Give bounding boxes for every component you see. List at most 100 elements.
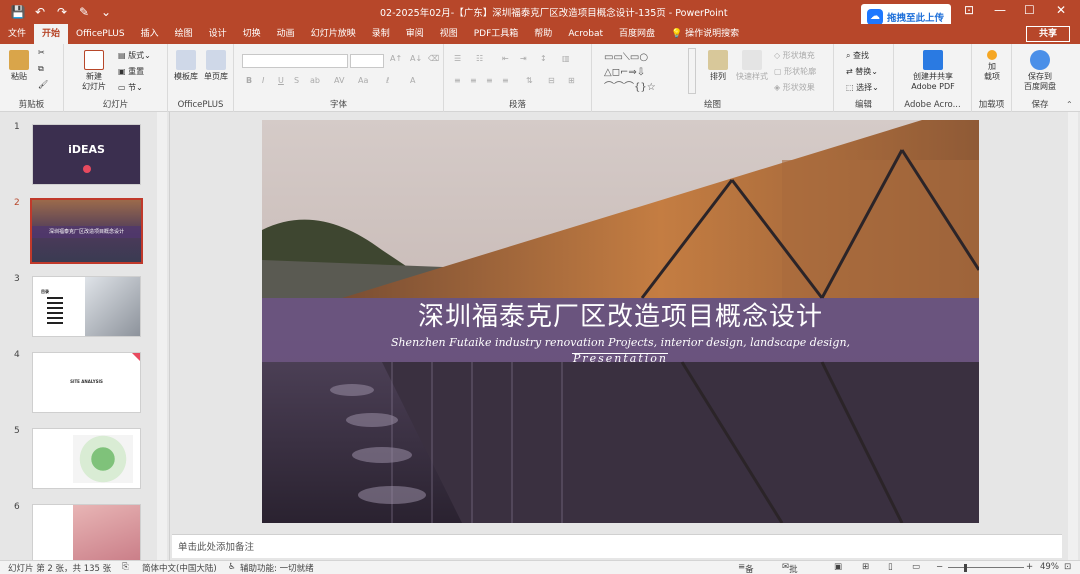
template-library-button[interactable]: 模板库 [172,50,200,82]
tab-transitions[interactable]: 切换 [235,24,269,44]
reset-button[interactable]: ▣ 重置 [118,66,144,77]
slide-thumbnail-1[interactable]: iDEAS [32,124,141,185]
tab-pdf-toolbox[interactable]: PDF工具箱 [466,24,527,44]
tab-insert[interactable]: 插入 [133,24,167,44]
align-left-icon[interactable]: ≡ [454,76,461,85]
bold-icon[interactable]: B [246,76,252,85]
slide-thumbnail-6[interactable] [32,504,141,565]
align-text-icon[interactable]: ⊟ [548,76,555,85]
slideshow-icon[interactable]: ▭ [912,562,920,572]
strikethrough-icon[interactable]: ab [310,76,320,85]
ribbon-display-icon[interactable]: ⊡ [964,3,974,17]
shape-outline-button[interactable]: ▢ 形状轮廓 [774,66,816,77]
columns-icon[interactable]: ▥ [562,54,570,63]
slide-title[interactable]: 深圳福泰克厂区改造项目概念设计 [262,296,979,333]
comments-toggle[interactable]: ✉ 批注 [782,562,798,574]
smartart-icon[interactable]: ⊞ [568,76,575,85]
tab-review[interactable]: 审阅 [398,24,432,44]
decrease-indent-icon[interactable]: ⇤ [502,54,509,63]
maximize-icon[interactable]: ☐ [1024,3,1035,17]
slide-sorter-icon[interactable]: ⊞ [862,562,869,572]
notes-pane[interactable]: 单击此处添加备注 [172,534,1062,558]
increase-indent-icon[interactable]: ⇥ [520,54,527,63]
slide-thumbnail-2[interactable]: 深圳福泰克厂区改造项目概念设计 [30,198,143,264]
text-direction-icon[interactable]: ⇅ [526,76,533,85]
spellcheck-icon[interactable]: ⎘ [122,562,129,572]
copy-icon[interactable]: ⧉ [38,64,44,74]
language-status[interactable]: 简体中文(中国大陆) [142,562,217,574]
single-page-library-button[interactable]: 单页库 [202,50,230,82]
clear-format-icon[interactable]: ⌫ [428,54,439,63]
change-case-icon[interactable]: Aa [358,76,368,85]
cut-icon[interactable]: ✂ [38,48,45,57]
underline-icon[interactable]: U [278,76,284,85]
fit-slide-icon[interactable]: ⊡ [1064,562,1071,572]
tab-officeplus[interactable]: OfficePLUS [68,24,133,44]
tab-acrobat[interactable]: Acrobat [560,24,611,44]
tab-view[interactable]: 视图 [432,24,466,44]
tab-animations[interactable]: 动画 [269,24,303,44]
zoom-level[interactable]: 49% [1040,562,1059,572]
quick-styles-button[interactable]: 快速样式 [734,50,770,82]
font-color-icon[interactable]: A [410,76,415,85]
save-icon[interactable]: 💾 [10,5,26,19]
shadow-icon[interactable]: S [294,76,299,85]
tab-home[interactable]: 开始 [34,24,69,44]
tab-draw[interactable]: 绘图 [167,24,201,44]
zoom-slider[interactable] [948,567,1024,568]
slide-thumbnail-4[interactable]: SITE ANALYSIS [32,352,141,413]
zoom-out-icon[interactable]: − [936,562,943,572]
slide-presentation-label[interactable]: Presentation [262,352,979,365]
thumbnails-scrollbar[interactable] [157,112,167,560]
tab-baidu[interactable]: 百度网盘 [611,24,663,44]
italic-icon[interactable]: I [262,76,264,85]
bullets-icon[interactable]: ☰ [454,54,461,63]
customize-qat-icon[interactable]: ⌄ [98,5,114,19]
align-center-icon[interactable]: ≡ [470,76,477,85]
line-spacing-icon[interactable]: ↕ [540,54,547,63]
tab-record[interactable]: 录制 [364,24,398,44]
reading-view-icon[interactable]: ▯ [888,562,893,572]
create-pdf-button[interactable]: 创建并共享 Adobe PDF [900,50,966,92]
arrange-button[interactable]: 排列 [704,50,732,82]
format-painter-icon[interactable]: 🖌 [38,80,48,89]
save-to-baidu-button[interactable]: 保存到 百度网盘 [1016,50,1064,92]
paste-button[interactable]: 粘贴 [6,50,32,82]
minimize-icon[interactable]: — [994,3,1006,17]
new-slide-button[interactable]: 新建 幻灯片 [72,50,116,92]
zoom-in-icon[interactable]: + [1026,562,1033,572]
find-button[interactable]: ⌕ 查找 [846,50,869,61]
font-family-select[interactable] [242,54,348,68]
section-button[interactable]: ▭ 节⌄ [118,82,143,93]
numbering-icon[interactable]: ☷ [476,54,483,63]
shape-effects-button[interactable]: ◈ 形状效果 [774,82,815,93]
accessibility-status[interactable]: 辅助功能: 一切就绪 [240,562,314,574]
replace-button[interactable]: ⇄ 替换⌄ [846,66,878,77]
slide-canvas[interactable]: 深圳福泰克厂区改造项目概念设计 Shenzhen Futaike industr… [262,120,979,523]
zoom-slider-thumb[interactable] [964,564,967,572]
notes-toggle[interactable]: ≡ 备注 [738,562,754,574]
slide-subtitle[interactable]: Shenzhen Futaike industry renovation Pro… [262,336,979,349]
format-painter-icon[interactable]: ✎ [76,5,92,19]
justify-icon[interactable]: ≡ [502,76,509,85]
shrink-font-icon[interactable]: A↓ [410,54,422,63]
grow-font-icon[interactable]: A↑ [390,54,402,63]
char-spacing-icon[interactable]: AV [334,76,344,85]
shape-fill-button[interactable]: ◇ 形状填充 [774,50,815,61]
align-right-icon[interactable]: ≡ [486,76,493,85]
layout-button[interactable]: ▤ 版式⌄ [118,50,151,61]
slide-scrollbar[interactable] [1068,112,1078,560]
redo-icon[interactable]: ↷ [54,5,70,19]
shapes-more-icon[interactable] [688,48,696,94]
tab-slideshow[interactable]: 幻灯片放映 [303,24,364,44]
addins-button[interactable]: 加 载项 [978,50,1006,82]
slide-thumbnail-5[interactable] [32,428,141,489]
tab-design[interactable]: 设计 [201,24,235,44]
tell-me-search[interactable]: 💡 操作说明搜索 [663,24,747,44]
share-button[interactable]: 共享 [1026,26,1070,42]
normal-view-icon[interactable]: ▣ [834,562,842,572]
slide-thumbnail-3[interactable]: 目录 [32,276,141,337]
tab-help[interactable]: 帮助 [526,24,560,44]
select-button[interactable]: ⬚ 选择⌄ [846,82,879,93]
highlight-icon[interactable]: ℓ [386,76,389,85]
